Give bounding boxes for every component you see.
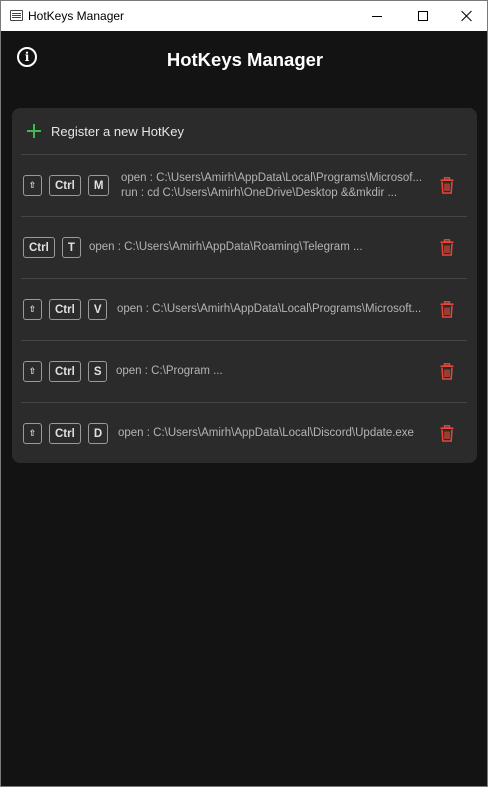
shift-key-badge: ⇧ [23, 423, 42, 444]
key-badge: Ctrl [49, 175, 81, 196]
trash-icon[interactable] [440, 363, 454, 380]
register-hotkey-button[interactable]: Register a new HotKey [12, 108, 477, 154]
key-badge: V [87, 299, 108, 320]
shift-key-badge: ⇧ [23, 361, 42, 382]
shift-key-badge: ⇧ [23, 299, 42, 320]
hotkey-action-line: run : cd C:\Users\Amirh\OneDrive\Desktop… [121, 186, 398, 199]
hotkey-row[interactable]: ⇧ Ctrl Vopen : C:\Users\Amirh\AppData\Loca… [12, 279, 477, 340]
hotkey-row[interactable]: ⇧ Ctrl Sopen : C:\Program ... [12, 341, 477, 402]
plus-icon [27, 124, 41, 138]
hotkey-action-line: open : C:\Users\Amirh\AppData\Local\Prog… [117, 303, 422, 315]
key-badge: Ctrl [23, 237, 55, 258]
key-badge: Ctrl [49, 423, 81, 444]
key-combo: ⇧ Ctrl M [23, 155, 110, 216]
trash-icon[interactable] [440, 301, 454, 318]
key-combo: ⇧ Ctrl S [23, 341, 108, 402]
trash-icon[interactable] [440, 239, 454, 256]
page-title: HotKeys Manager [166, 49, 324, 70]
key-badge: Ctrl [49, 361, 81, 382]
hotkey-action-line: open : C:\Program ... [116, 365, 223, 377]
key-combo: Ctrl T [23, 217, 81, 278]
app-window: HotKeys Manager i HotKeys Manager Regist… [0, 0, 488, 787]
hotkey-row[interactable]: ⇧ Ctrl Dopen : C:\Users\Amirh\AppData\Loca… [12, 403, 477, 464]
hotkeys-card: Register a new HotKey ⇧ Ctrl Mopen : C:\Us… [12, 108, 477, 463]
hotkey-row[interactable]: Ctrl Topen : C:\Users\Amirh\AppData\Roami… [12, 217, 477, 278]
key-combo: ⇧ Ctrl D [23, 403, 109, 464]
maximize-button[interactable] [400, 1, 446, 31]
key-badge: Ctrl [49, 299, 81, 320]
key-badge: S [87, 361, 108, 382]
register-hotkey-label: Register a new HotKey [51, 124, 184, 139]
hotkey-action-line: open : C:\Users\Amirh\AppData\Local\Disc… [118, 427, 414, 439]
minimize-icon [372, 15, 382, 17]
hotkey-actions: open : C:\Users\Amirh\AppData\Roaming\Te… [89, 217, 434, 278]
close-button[interactable] [444, 1, 487, 31]
trash-icon[interactable] [440, 177, 454, 194]
key-badge: M [87, 175, 110, 196]
hotkey-actions: open : C:\Users\Amirh\AppData\Local\Disc… [118, 403, 434, 464]
shift-key-badge: ⇧ [23, 175, 42, 196]
hotkey-row[interactable]: ⇧ Ctrl Mopen : C:\Users\Amirh\AppData\Loca… [12, 155, 477, 216]
key-badge: D [87, 423, 109, 444]
trash-icon[interactable] [440, 425, 454, 442]
hotkey-actions: open : C:\Program ... [116, 341, 434, 402]
keyboard-icon [10, 10, 23, 21]
minimize-button[interactable] [354, 1, 400, 31]
close-icon [461, 10, 473, 22]
title-bar[interactable]: HotKeys Manager [1, 1, 487, 31]
maximize-icon [418, 11, 428, 21]
hotkey-action-line: open : C:\Users\Amirh\AppData\Roaming\Te… [89, 241, 363, 253]
hotkey-action-line: open : C:\Users\Amirh\AppData\Local\Prog… [121, 171, 423, 184]
hotkey-actions: open : C:\Users\Amirh\AppData\Local\Prog… [121, 155, 434, 216]
key-badge: T [61, 237, 81, 258]
window-title: HotKeys Manager [28, 9, 125, 23]
hotkey-actions: open : C:\Users\Amirh\AppData\Local\Prog… [117, 279, 434, 340]
key-combo: ⇧ Ctrl V [23, 279, 108, 340]
